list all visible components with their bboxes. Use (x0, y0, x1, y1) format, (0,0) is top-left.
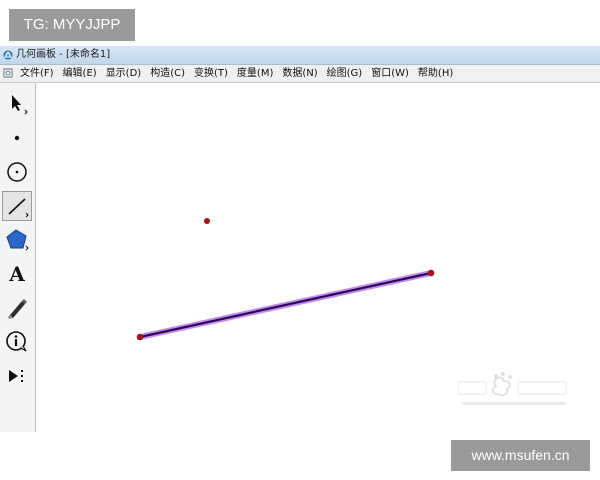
segment-icon (8, 198, 29, 218)
text-icon: A (9, 262, 25, 286)
straightedge-tool[interactable] (2, 191, 32, 221)
menu-data[interactable]: 数据(N) (282, 65, 317, 82)
screenshot-stage: 几何画板 - [未命名1] 文件(F) 编辑(E) 显示(D) 构造(C) 变换… (0, 0, 600, 480)
play-icon (9, 370, 23, 382)
text-tool[interactable]: A (2, 259, 32, 289)
telegram-watermark: TG: MYYJJPP (9, 9, 135, 41)
selection-arrow-tool[interactable] (2, 89, 32, 119)
info-icon (6, 331, 27, 352)
point-tool[interactable] (2, 123, 32, 153)
document-icon[interactable] (3, 68, 13, 78)
circle-icon (7, 162, 27, 182)
menu-display[interactable]: 显示(D) (106, 65, 142, 82)
menu-graph[interactable]: 绘图(G) (327, 65, 363, 82)
menu-edit[interactable]: 编辑(E) (63, 65, 97, 82)
menu-items: 文件(F) 编辑(E) 显示(D) 构造(C) 变换(T) 度量(M) 数据(N… (20, 65, 453, 82)
menu-file[interactable]: 文件(F) (20, 65, 54, 82)
sketchpad-logo-icon (3, 50, 13, 60)
menu-window[interactable]: 窗口(W) (371, 65, 409, 82)
polygon-tool[interactable] (2, 225, 32, 255)
toolbox: A (0, 83, 36, 432)
arrow-icon (12, 95, 28, 115)
segment-endpoint-right[interactable] (427, 269, 435, 277)
title-bar: 几何画板 - [未命名1] (0, 46, 600, 65)
menu-measure[interactable]: 度量(M) (237, 65, 273, 82)
marker-tool[interactable] (2, 293, 32, 323)
baidu-watermark-logo (458, 372, 567, 405)
site-watermark: www.msufen.cn (451, 440, 590, 471)
menu-help[interactable]: 帮助(H) (418, 65, 453, 82)
information-tool[interactable] (2, 327, 32, 357)
segment[interactable] (138, 271, 433, 339)
polygon-icon (6, 229, 29, 251)
menu-transform[interactable]: 变换(T) (194, 65, 228, 82)
point-icon (14, 135, 20, 141)
window-title: 几何画板 - [未命名1] (16, 49, 111, 60)
compass-tool[interactable] (2, 157, 32, 187)
menu-bar: 文件(F) 编辑(E) 显示(D) 构造(C) 变换(T) 度量(M) 数据(N… (0, 65, 600, 83)
pen-icon (8, 299, 27, 319)
free-point[interactable] (204, 218, 210, 224)
menu-construct[interactable]: 构造(C) (150, 65, 185, 82)
custom-tool[interactable] (2, 361, 32, 391)
segment-endpoint-left[interactable] (136, 333, 144, 341)
